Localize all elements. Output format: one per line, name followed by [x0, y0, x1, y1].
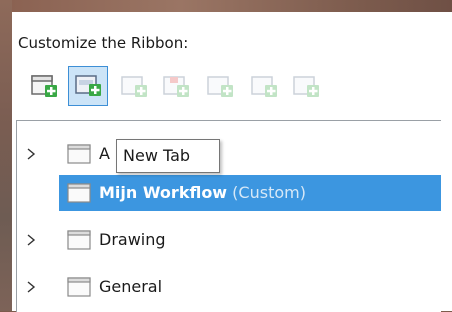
rename-button[interactable]	[202, 69, 238, 105]
tab-icon	[67, 277, 91, 297]
new-tab-icon	[31, 75, 57, 97]
remove-icon	[163, 76, 189, 97]
tree-item-drawing[interactable]: Drawing	[17, 222, 441, 258]
new-command-button[interactable]	[116, 69, 152, 105]
expand-chevron-icon[interactable]	[26, 148, 36, 160]
panel-title: Customize the Ribbon:	[18, 34, 189, 52]
tree-item-name: Mijn Workflow	[99, 183, 228, 202]
reset-button[interactable]	[288, 69, 324, 105]
expand-chevron-icon[interactable]	[26, 281, 36, 293]
tree-item-name: A	[99, 144, 110, 163]
new-command-icon	[121, 76, 147, 97]
tree-item-suffix: (Custom)	[227, 183, 306, 202]
move-button[interactable]	[246, 69, 282, 105]
new-tab-tooltip: New Tab	[116, 139, 220, 173]
tab-icon	[67, 230, 91, 250]
desktop-background-left	[0, 0, 12, 311]
tree-item-label: Drawing	[99, 230, 166, 249]
tree-item-general[interactable]: General	[17, 269, 441, 305]
new-group-icon	[75, 75, 101, 96]
remove-button[interactable]	[158, 69, 194, 105]
desktop-background-top	[0, 0, 452, 12]
tree-item-home[interactable]: A	[17, 136, 441, 172]
tree-item-name: General	[99, 277, 163, 296]
reset-icon	[293, 76, 319, 97]
tree-item-label: General	[99, 277, 162, 296]
tree-item-label: A	[99, 144, 110, 163]
ribbon-tabs-tree[interactable]: A Mijn Workflow (Custom) Drawing General	[16, 120, 441, 312]
tab-icon	[67, 144, 91, 164]
new-group-button[interactable]	[68, 66, 108, 106]
tree-item-name: Drawing	[99, 230, 166, 249]
move-icon	[251, 76, 277, 97]
expand-chevron-icon[interactable]	[26, 234, 36, 246]
tree-item-mijn-workflow[interactable]: Mijn Workflow (Custom)	[59, 175, 441, 211]
tab-icon	[67, 183, 91, 203]
rename-icon	[207, 76, 233, 97]
new-tab-button[interactable]	[26, 69, 62, 105]
ribbon-toolbar	[18, 63, 440, 107]
tree-item-label: Mijn Workflow (Custom)	[99, 183, 306, 202]
